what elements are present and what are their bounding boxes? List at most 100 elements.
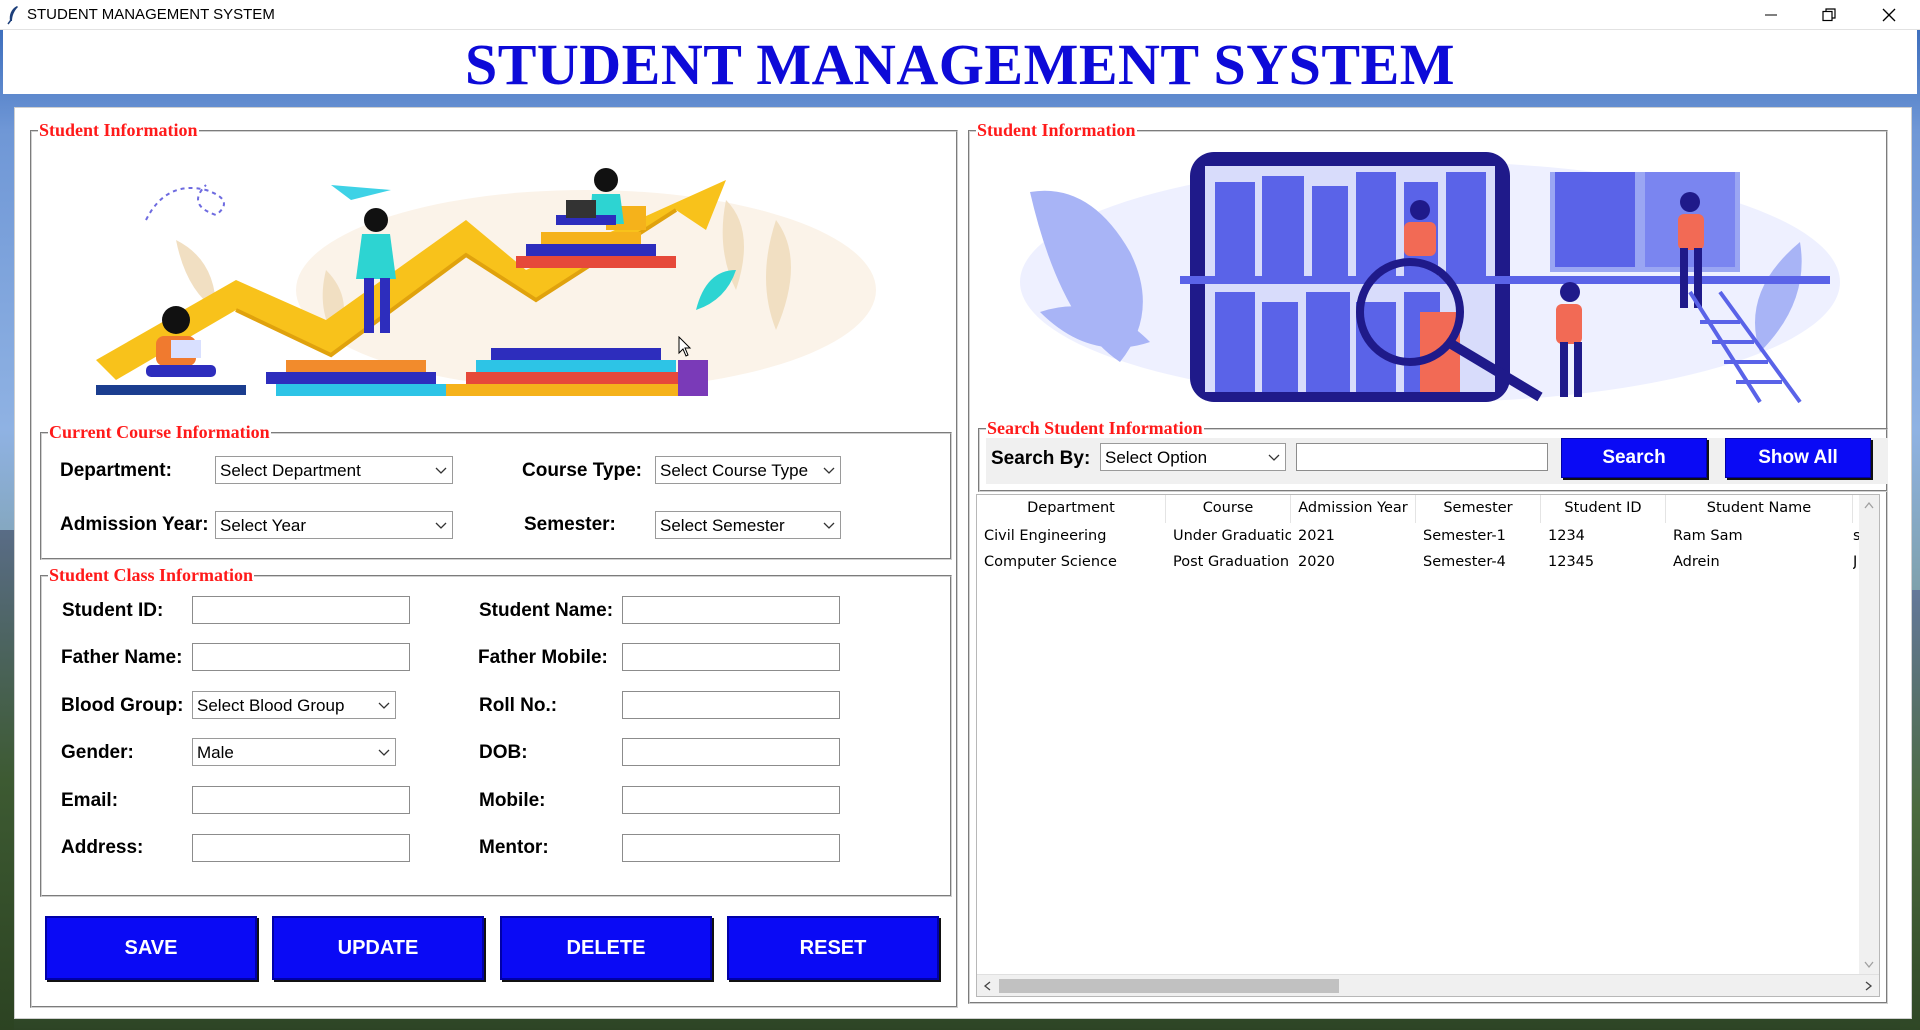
dob-label: DOB:	[479, 742, 528, 763]
table-cell: Post Graduation	[1173, 554, 1290, 570]
admission-year-select[interactable]: Select Year	[215, 511, 453, 539]
scroll-up-icon[interactable]	[1864, 501, 1874, 509]
horizontal-scroll-thumb[interactable]	[999, 979, 1339, 993]
delete-button[interactable]: DELETE	[500, 916, 712, 980]
mobile-label: Mobile:	[479, 790, 546, 811]
semester-select-value: Select Semester	[660, 516, 785, 535]
email-label: Email:	[61, 790, 119, 811]
students-table[interactable]: Department Course Admission Year Semeste…	[976, 494, 1880, 997]
father-mobile-field[interactable]	[622, 643, 840, 671]
scroll-left-icon[interactable]	[983, 981, 991, 991]
table-row[interactable]: Civil Engineering Under Graduation 2021 …	[977, 525, 1861, 549]
table-cell: 1234	[1548, 528, 1585, 544]
student-growth-illustration	[96, 168, 876, 396]
father-mobile-label: Father Mobile:	[478, 647, 608, 668]
table-header: Department Course Admission Year Semeste…	[977, 495, 1861, 523]
student-id-field[interactable]	[192, 596, 410, 624]
semester-label: Semester:	[524, 514, 616, 535]
mouse-cursor-icon	[678, 336, 692, 357]
search-button[interactable]: Search	[1561, 438, 1707, 478]
feather-icon	[7, 6, 18, 25]
student-id-label: Student ID:	[62, 600, 164, 621]
gender-label: Gender:	[61, 742, 134, 763]
background-trees-left	[0, 530, 14, 1030]
father-name-field[interactable]	[192, 643, 410, 671]
mobile-field[interactable]	[622, 786, 840, 814]
column-header-student-id[interactable]: Student ID	[1541, 495, 1666, 523]
column-header-course[interactable]: Course	[1166, 495, 1291, 523]
chevron-down-icon	[1268, 454, 1280, 461]
restore-icon	[1822, 8, 1836, 22]
admission-year-label: Admission Year:	[60, 514, 209, 535]
department-select[interactable]: Select Department	[215, 456, 453, 484]
address-field[interactable]	[192, 834, 410, 862]
chevron-down-icon	[435, 467, 447, 474]
table-cell: 12345	[1548, 554, 1595, 570]
table-cell: Computer Science	[984, 554, 1117, 570]
roll-no-field[interactable]	[622, 691, 840, 719]
table-cell: 2021	[1298, 528, 1335, 544]
scroll-down-icon[interactable]	[1864, 961, 1874, 969]
chevron-down-icon	[823, 522, 835, 529]
save-button[interactable]: SAVE	[45, 916, 257, 980]
chevron-down-icon	[378, 702, 390, 709]
class-section-legend: Student Class Information	[49, 565, 254, 585]
left-panel-legend: Student Information	[39, 120, 198, 140]
column-header-admission-year[interactable]: Admission Year	[1291, 495, 1416, 523]
course-type-select-value: Select Course Type	[660, 461, 809, 480]
search-section-legend: Search Student Information	[987, 418, 1203, 438]
blood-group-select[interactable]: Select Blood Group	[192, 691, 396, 719]
table-cell: Semester-4	[1423, 554, 1506, 570]
library-illustration	[1020, 152, 1840, 404]
reset-button[interactable]: RESET	[727, 916, 939, 980]
search-by-select-value: Select Option	[1105, 448, 1208, 467]
minimize-button[interactable]	[1748, 0, 1794, 30]
close-icon	[1882, 8, 1896, 22]
course-type-label: Course Type:	[522, 460, 643, 481]
restore-button[interactable]	[1806, 0, 1852, 30]
column-header-student-name[interactable]: Student Name	[1666, 495, 1853, 523]
update-button[interactable]: UPDATE	[272, 916, 484, 980]
horizontal-scrollbar[interactable]	[977, 974, 1879, 996]
email-field[interactable]	[192, 786, 410, 814]
column-header-department[interactable]: Department	[977, 495, 1166, 523]
table-cell: Adrein	[1673, 554, 1720, 570]
semester-select[interactable]: Select Semester	[655, 511, 841, 539]
chevron-down-icon	[378, 749, 390, 756]
department-label: Department:	[60, 460, 172, 481]
search-input[interactable]	[1296, 443, 1548, 471]
column-header-semester[interactable]: Semester	[1416, 495, 1541, 523]
mentor-field[interactable]	[622, 834, 840, 862]
mentor-label: Mentor:	[479, 837, 549, 858]
show-all-button[interactable]: Show All	[1725, 438, 1871, 478]
table-row[interactable]: Computer Science Post Graduation 2020 Se…	[977, 551, 1861, 575]
student-name-field[interactable]	[622, 596, 840, 624]
table-cell: 2020	[1298, 554, 1335, 570]
current-course-frame: Current Course Information	[40, 422, 952, 560]
gender-select[interactable]: Male	[192, 738, 396, 766]
search-by-select[interactable]: Select Option	[1100, 443, 1286, 471]
page-heading: STUDENT MANAGEMENT SYSTEM	[464, 32, 1456, 97]
father-name-label: Father Name:	[61, 647, 183, 668]
table-cell: Ram Sam	[1673, 528, 1743, 544]
course-type-select[interactable]: Select Course Type	[655, 456, 841, 484]
department-select-value: Select Department	[220, 461, 361, 480]
admission-year-select-value: Select Year	[220, 516, 307, 535]
right-panel-legend: Student Information	[977, 120, 1136, 140]
dob-field[interactable]	[622, 738, 840, 766]
vertical-scrollbar[interactable]	[1859, 495, 1879, 975]
window-title: STUDENT MANAGEMENT SYSTEM	[27, 6, 275, 23]
scroll-right-icon[interactable]	[1865, 981, 1873, 991]
table-cell: Semester-1	[1423, 528, 1506, 544]
chevron-down-icon	[823, 467, 835, 474]
chevron-down-icon	[435, 522, 447, 529]
student-name-label: Student Name:	[479, 600, 614, 621]
minimize-icon	[1765, 14, 1777, 16]
table-cell: Under Graduation	[1173, 528, 1291, 544]
close-button[interactable]	[1866, 0, 1912, 30]
window-titlebar: STUDENT MANAGEMENT SYSTEM	[0, 0, 1920, 30]
blood-group-select-value: Select Blood Group	[197, 696, 345, 715]
blood-group-label: Blood Group:	[61, 695, 184, 716]
course-section-legend: Current Course Information	[49, 422, 270, 442]
gender-select-value: Male	[197, 743, 234, 762]
